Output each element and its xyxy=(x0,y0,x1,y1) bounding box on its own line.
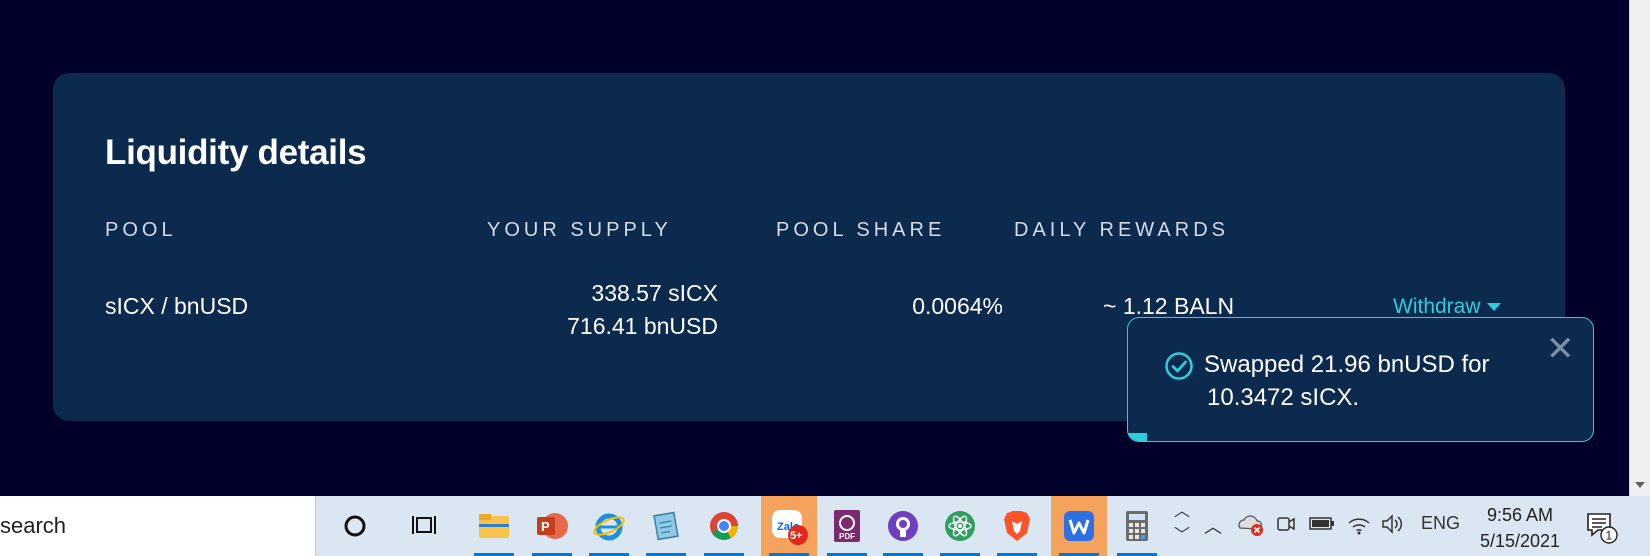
toast-message-line1: Swapped 21.96 bnUSD for xyxy=(1204,351,1490,378)
column-header-pool: POOL xyxy=(105,219,177,241)
supply-sicx: 338.57 sICX xyxy=(591,280,718,306)
toast-message-line2: 10.3472 sICX. xyxy=(1207,384,1360,411)
brave-browser-icon[interactable] xyxy=(995,504,1039,556)
zalo-badge: 5+ xyxy=(790,530,803,542)
chevron-up-icon[interactable]: ︿ xyxy=(1174,500,1190,524)
withdraw-label: Withdraw xyxy=(1393,295,1481,318)
github-icon[interactable] xyxy=(881,504,925,556)
swap-success-toast: Swapped 21.96 bnUSD for 10.3472 sICX. ✕ xyxy=(1127,317,1594,442)
pool-share-value: 0.0064% xyxy=(912,293,1003,319)
vertical-scrollbar[interactable] xyxy=(1629,0,1650,496)
pool-pair: sICX / bnUSD xyxy=(105,293,249,319)
pdf-label: PDF xyxy=(839,532,855,541)
close-icon[interactable]: ✕ xyxy=(1546,332,1575,366)
show-hidden-icons-icon[interactable]: ︿ xyxy=(1204,513,1222,539)
taskbar-search-box[interactable]: search xyxy=(0,496,316,556)
daily-rewards-value: ~ 1.12 BALN xyxy=(1103,293,1235,319)
cortana-icon[interactable] xyxy=(333,504,377,548)
powerpoint-icon[interactable]: P xyxy=(530,504,574,556)
notification-count: 1 xyxy=(1606,529,1613,543)
camera-icon[interactable] xyxy=(1276,513,1296,540)
chrome-icon[interactable] xyxy=(702,504,746,556)
zalo-icon[interactable]: Zalo 5+ xyxy=(767,504,811,556)
notepad-icon[interactable] xyxy=(644,504,688,556)
internet-explorer-icon[interactable] xyxy=(587,504,631,556)
taskbar-scroll-chevrons[interactable]: ︿ ﹀ xyxy=(1174,500,1190,552)
caret-down-icon xyxy=(1486,303,1501,311)
clock-date: 5/15/2021 xyxy=(1479,531,1561,551)
language-indicator[interactable]: ENG xyxy=(1421,513,1460,534)
battery-icon[interactable] xyxy=(1309,513,1335,538)
card-title: Liquidity details xyxy=(105,133,367,172)
svg-text:P: P xyxy=(541,519,550,534)
toast-progress-bar xyxy=(1128,433,1147,441)
check-circle-icon xyxy=(1165,352,1193,380)
file-explorer-icon[interactable] xyxy=(472,504,516,556)
notification-icon: 1 xyxy=(1587,513,1618,544)
toast-message: Swapped 21.96 bnUSD for 10.3472 sICX. xyxy=(1204,348,1534,414)
search-text: search xyxy=(0,513,67,538)
column-header-your-supply: YOUR SUPPLY xyxy=(487,219,672,241)
windows-taskbar: search P Zalo 5+ PDF ︿ ﹀ ︿ ENG 9:56 AM 5… xyxy=(0,496,1650,556)
atom-icon[interactable] xyxy=(938,504,982,556)
wps-office-icon[interactable] xyxy=(1057,504,1101,556)
column-header-pool-share: POOL SHARE xyxy=(776,219,946,241)
task-view-icon[interactable] xyxy=(403,504,447,548)
onedrive-error-icon[interactable] xyxy=(1236,513,1264,542)
wifi-icon[interactable] xyxy=(1347,513,1371,540)
supply-bnusd: 716.41 bnUSD xyxy=(567,313,718,339)
action-center-button[interactable]: 1 xyxy=(1586,512,1618,549)
calculator-icon[interactable] xyxy=(1115,504,1159,556)
clock-time: 9:56 AM xyxy=(1486,505,1554,525)
pdf-editor-icon[interactable]: PDF xyxy=(825,504,869,556)
column-header-daily-rewards: DAILY REWARDS xyxy=(1014,219,1229,241)
volume-icon[interactable] xyxy=(1381,513,1405,540)
your-supply: 338.57 sICX 716.41 bnUSD xyxy=(453,277,718,343)
clock[interactable]: 9:56 AM 5/15/2021 xyxy=(1470,502,1570,554)
withdraw-button[interactable]: Withdraw xyxy=(1393,295,1501,319)
scroll-down-arrow-icon[interactable] xyxy=(1635,482,1645,488)
chevron-down-icon[interactable]: ﹀ xyxy=(1174,524,1190,548)
